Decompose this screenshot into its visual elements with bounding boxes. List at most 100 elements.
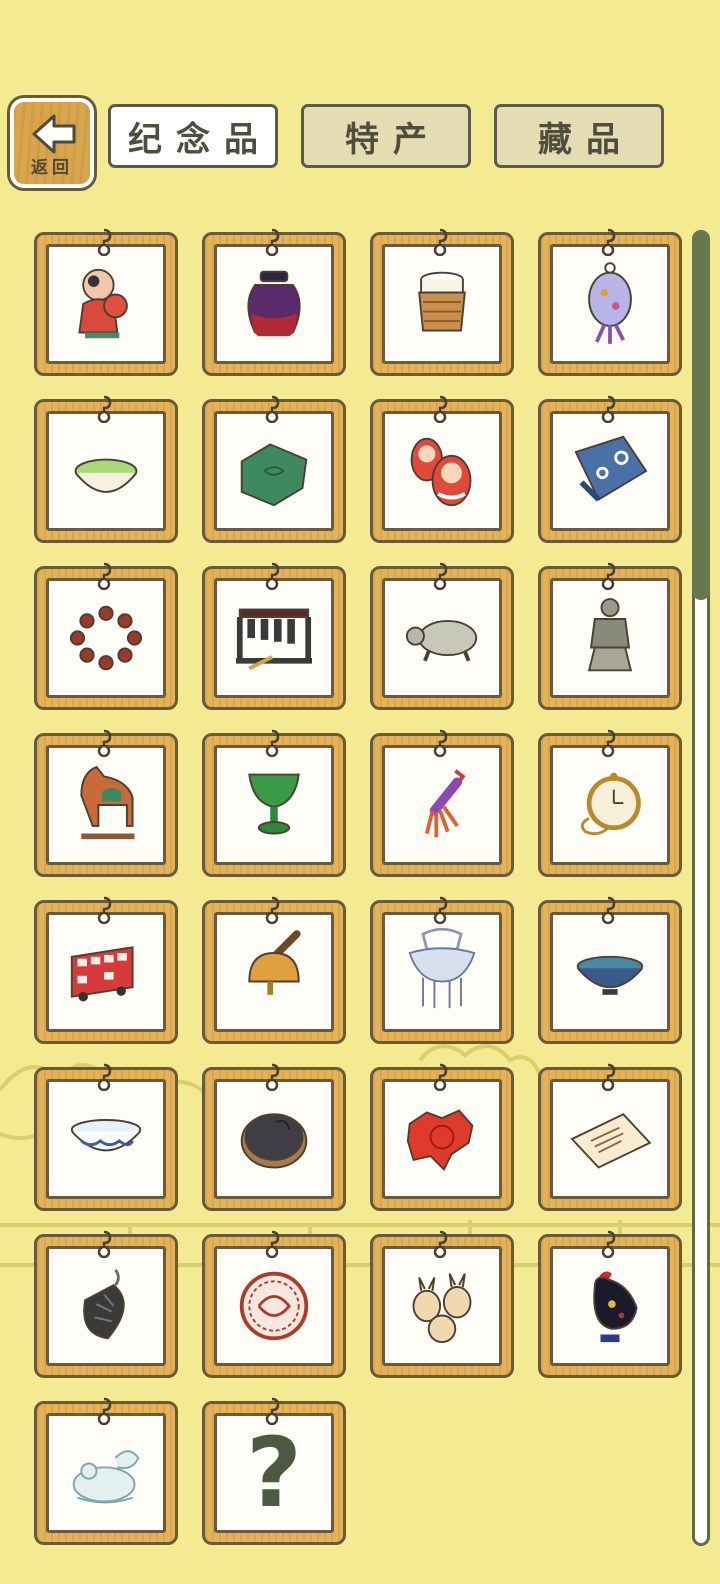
item-slot [382,1246,502,1366]
wicker-cup-icon [418,271,466,332]
item-slot [46,745,166,865]
item-slot [214,578,334,698]
hook-icon [261,562,283,591]
porcelain-bowl-icon [70,1119,142,1152]
item-slot [550,1079,670,1199]
item-card[interactable] [34,395,178,543]
back-button[interactable]: 返回 [10,98,94,188]
tang-horse-icon [80,765,135,840]
item-card[interactable] [34,562,178,710]
hook-icon [429,395,451,424]
tea-bowl-icon [576,955,644,995]
hook-icon [93,1230,115,1259]
item-card[interactable]: ? [202,1397,346,1545]
barcelos-rooster-icon [593,1271,638,1343]
item-card[interactable] [202,729,346,877]
item-card[interactable] [538,395,682,543]
item-slot [382,578,502,698]
tab-specialties[interactable]: 特产 [301,104,471,168]
paper-cut-icon [239,1271,309,1341]
item-card[interactable] [202,1063,346,1211]
item-slot [382,1079,502,1199]
pottery-jar-icon [247,270,301,337]
item-card[interactable] [370,896,514,1044]
item-slot [46,244,166,364]
hook-icon [597,562,619,591]
item-card[interactable] [202,1230,346,1378]
item-card[interactable] [202,228,346,376]
hook-icon [93,896,115,925]
document-icon [570,1113,652,1169]
item-slot: ? [214,1413,334,1533]
item-slot [46,912,166,1032]
item-card[interactable] [34,1063,178,1211]
rabbit-figurines-icon [412,1273,472,1344]
item-card[interactable] [538,1063,682,1211]
item-slot [46,411,166,531]
hook-icon [261,395,283,424]
item-card[interactable] [538,1230,682,1378]
item-card[interactable] [370,562,514,710]
chime-bells-icon [236,608,312,671]
unknown-item-mark: ? [246,1417,302,1529]
item-card[interactable] [370,729,514,877]
item-slot [214,244,334,364]
hook-icon [429,1063,451,1092]
hook-icon [93,562,115,591]
hook-icon [597,1230,619,1259]
back-arrow-icon [32,114,76,154]
matryoshka-icon [410,437,472,507]
hook-icon [429,896,451,925]
hook-icon [261,228,283,257]
matcha-bowl-icon [74,458,138,493]
prayer-beads-icon [69,605,143,671]
tab-souvenirs[interactable]: 纪念品 [108,104,278,168]
silver-lock-icon [408,927,476,1009]
jade-seal-icon [240,443,308,507]
item-card[interactable] [202,896,346,1044]
item-slot [550,745,670,865]
hook-icon [93,1397,115,1426]
hook-icon [597,395,619,424]
item-card[interactable] [202,395,346,543]
item-slot [382,912,502,1032]
item-slot [382,244,502,364]
item-card[interactable] [34,1397,178,1545]
item-slot [214,745,334,865]
item-card[interactable] [538,896,682,1044]
hook-icon [597,896,619,925]
item-card[interactable] [202,562,346,710]
item-slot [382,411,502,531]
hook-icon [597,228,619,257]
jade-cup-icon [248,773,300,835]
item-card[interactable] [34,896,178,1044]
jade-frog-icon [72,1450,140,1504]
item-slot [46,1079,166,1199]
scrollbar[interactable] [692,230,710,1546]
inkstone-icon [240,1113,308,1169]
item-slot [46,1246,166,1366]
back-label: 返回 [31,158,73,178]
tab-collectibles[interactable]: 藏品 [494,104,664,168]
item-slot [550,244,670,364]
hook-icon [429,562,451,591]
item-slot [550,912,670,1032]
scrollbar-thumb[interactable] [692,230,710,600]
hook-icon [93,228,115,257]
item-card[interactable] [370,1063,514,1211]
hook-icon [93,729,115,758]
item-card[interactable] [538,562,682,710]
item-card[interactable] [34,1230,178,1378]
item-card[interactable] [370,395,514,543]
hook-icon [429,228,451,257]
item-card[interactable] [538,228,682,376]
hook-icon [261,1230,283,1259]
item-card[interactable] [34,729,178,877]
item-card[interactable] [34,228,178,376]
item-slot [214,912,334,1032]
hook-icon [429,1230,451,1259]
hook-icon [597,1063,619,1092]
item-card[interactable] [370,1230,514,1378]
item-card[interactable] [370,228,514,376]
item-card[interactable] [538,729,682,877]
